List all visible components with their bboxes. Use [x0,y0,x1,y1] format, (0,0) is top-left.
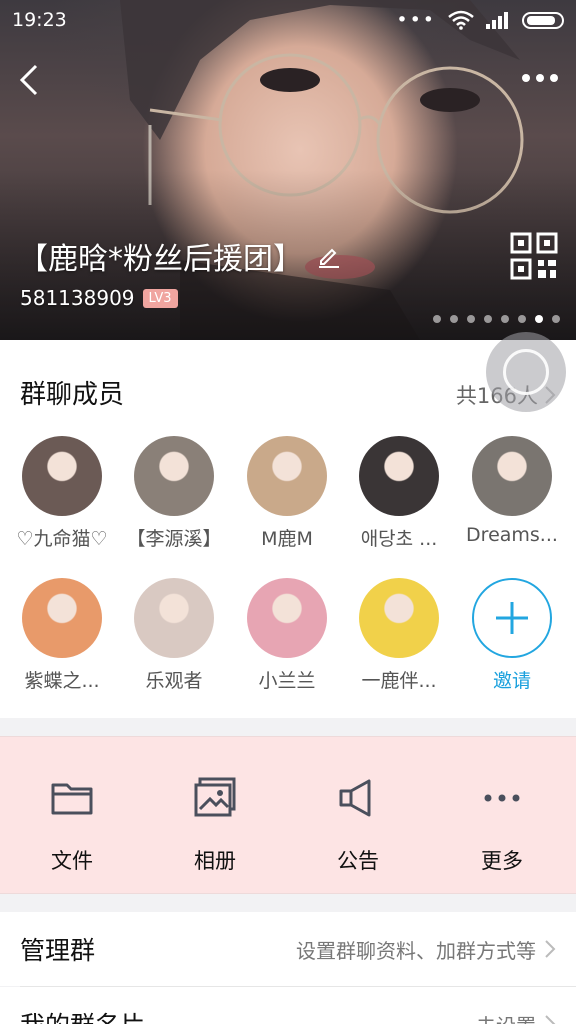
member-name: Dreams... [466,524,558,546]
pager-dot[interactable] [552,315,560,323]
avatar [134,436,214,516]
avatar [134,578,214,658]
group-card-label: 我的群名片 [20,1006,476,1024]
more-actions-label: 更多 [481,849,523,873]
megaphone-icon [339,779,371,817]
announcement-label: 公告 [337,849,379,873]
avatar [359,436,439,516]
member-name: M鹿M [261,528,313,550]
avatar [359,578,439,658]
group-id-block: 581138909 LV3 [20,286,178,310]
avatar [22,578,102,658]
wifi-icon [448,10,474,30]
battery-icon [522,11,564,29]
member-name: 一鹿伴... [361,670,437,692]
member-item[interactable]: Dreams... [457,436,567,546]
pager-dot[interactable] [484,315,492,323]
back-icon[interactable] [10,60,50,100]
member-name: 小兰兰 [258,670,316,692]
member-item[interactable]: 紫蝶之... [7,578,117,693]
group-name-block: 【鹿晗*粉丝后援团】 [18,234,341,278]
manage-group-row[interactable]: 管理群 设置群聊资料、加群方式等 [0,912,576,986]
member-item[interactable]: 애당초 ... [344,436,454,551]
cover-pager [433,315,560,323]
avatar [247,578,327,658]
status-icons: ••• [396,9,564,31]
group-id: 581138909 [20,286,135,310]
status-time: 19:23 [12,9,67,31]
group-name: 【鹿晗*粉丝后援团】 [18,242,303,277]
level-badge: LV3 [142,288,178,308]
group-card-row[interactable]: 我的群名片 未设置 [0,987,576,1024]
folder-icon [51,783,93,815]
group-card-value: 未设置 [476,1010,536,1024]
member-name: 【李源溪】 [126,528,222,550]
member-name: 紫蝶之... [24,670,100,692]
pager-dot[interactable] [433,315,441,323]
group-actions: 文件 相册 公告 更多 [0,736,576,894]
avatar [22,436,102,516]
qr-code-icon[interactable] [510,232,558,280]
chevron-right-icon [545,940,556,958]
signal-icon [486,12,508,29]
announcement-button[interactable]: 公告 [298,775,418,875]
more-options-button[interactable] [518,66,562,90]
pager-dot[interactable] [467,315,475,323]
members-title: 群聊成员 [20,380,125,410]
pager-dot[interactable] [535,315,543,323]
member-item[interactable]: 【李源溪】 [119,436,229,551]
album-button[interactable]: 相册 [155,775,275,875]
files-label: 文件 [51,849,93,873]
member-item[interactable]: 乐观者 [119,578,229,693]
avatar [247,436,327,516]
manage-group-label: 管理群 [20,936,96,965]
pager-dot[interactable] [518,315,526,323]
status-bar: 19:23 ••• [0,0,576,40]
member-name: 乐观者 [145,670,203,692]
invite-button[interactable]: 邀请 [457,578,567,693]
floating-assistive-button[interactable] [486,332,566,412]
member-name: 애당초 ... [360,528,438,550]
member-item[interactable]: 一鹿伴... [344,578,454,693]
add-icon [472,578,552,658]
member-item[interactable]: M鹿M [232,436,342,551]
edit-name-icon[interactable] [317,244,341,268]
members-section: 群聊成员 共166人 ♡九命猫♡【李源溪】M鹿M애당초 ...Dreams...… [0,340,576,718]
pager-dot[interactable] [450,315,458,323]
pager-dot[interactable] [501,315,509,323]
more-dots-icon [484,794,520,802]
invite-label: 邀请 [492,670,531,692]
chevron-right-icon [545,1015,556,1024]
member-item[interactable]: ♡九命猫♡ [7,436,117,551]
avatar [472,436,552,516]
album-label: 相册 [194,849,236,873]
more-status-icon: ••• [396,9,436,31]
album-icon [194,777,236,817]
files-button[interactable]: 文件 [12,775,132,875]
manage-group-value: 设置群聊资料、加群方式等 [296,938,536,963]
group-cover[interactable]: 19:23 ••• 【鹿晗*粉丝后援团】 581138909 LV3 [0,0,576,340]
more-actions-button[interactable]: 更多 [442,775,562,875]
member-name: ♡九命猫♡ [16,528,108,550]
member-item[interactable]: 小兰兰 [232,578,342,693]
